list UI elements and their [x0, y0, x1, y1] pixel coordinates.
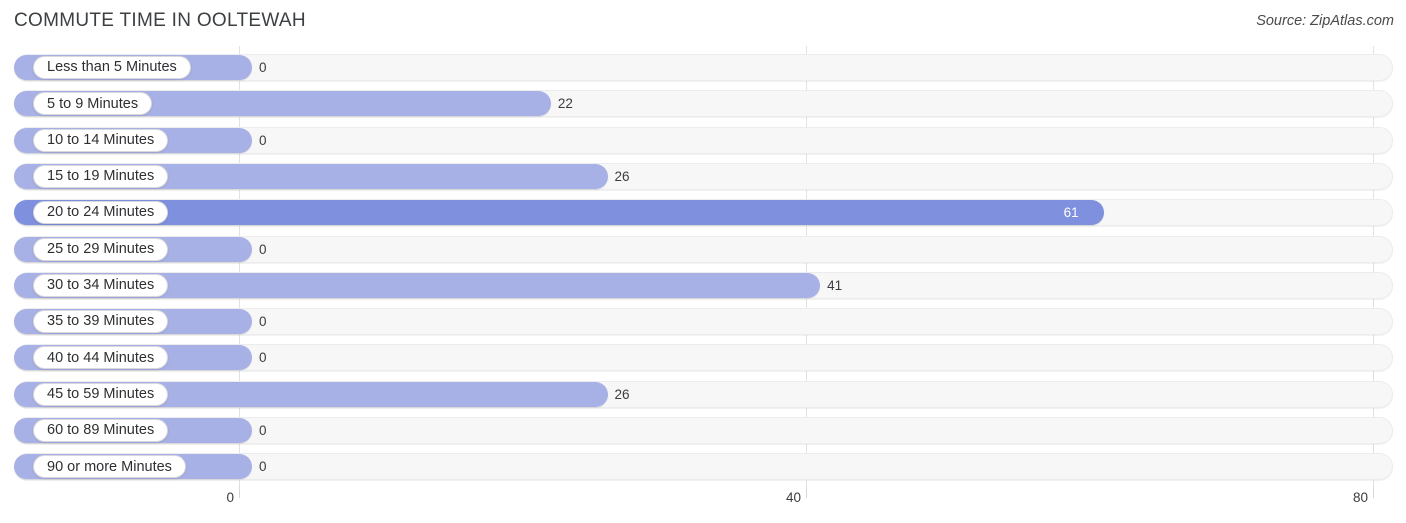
bar-value-label: 26	[614, 386, 630, 402]
category-label: 30 to 34 Minutes	[47, 277, 155, 294]
bar-value-label: 0	[259, 60, 267, 75]
category-label: 40 to 44 Minutes	[47, 349, 155, 366]
category-label: 25 to 29 Minutes	[47, 240, 155, 257]
axis-tick-mark	[1373, 486, 1374, 498]
bar-row[interactable]: 30 to 34 Minutes 41	[14, 271, 1393, 299]
bar-rows: Less than 5 Minutes 0 5 to 9 Minutes 22 10 t…	[0, 46, 1406, 486]
category-label: 45 to 59 Minutes	[47, 385, 155, 402]
bar-row[interactable]: 40 to 44 Minutes 0	[14, 344, 1393, 372]
category-label-pill: 45 to 59 Minutes	[33, 382, 169, 406]
category-label-pill: 60 to 89 Minutes	[33, 419, 169, 442]
bar-row[interactable]: 90 or more Minutes 0	[14, 453, 1393, 481]
category-label-pill: 40 to 44 Minutes	[33, 346, 169, 370]
bar-row[interactable]: 35 to 39 Minutes 0	[14, 308, 1393, 336]
x-axis: 0 40 80	[0, 486, 1406, 523]
category-label-pill: 35 to 39 Minutes	[33, 310, 169, 334]
category-label-pill: 25 to 29 Minutes	[33, 237, 169, 261]
source-attribution: Source: ZipAtlas.com	[1256, 13, 1394, 29]
chart-page: COMMUTE TIME IN OOLTEWAH Source: ZipAtla…	[0, 0, 1406, 523]
bar-value-label: 22	[557, 96, 573, 112]
category-label: Less than 5 Minutes	[47, 59, 177, 76]
chart-header: COMMUTE TIME IN OOLTEWAH Source: ZipAtla…	[0, 0, 1406, 46]
category-label-pill: 10 to 14 Minutes	[33, 128, 169, 152]
bar-row[interactable]: 20 to 24 Minutes 61	[14, 199, 1393, 227]
bar-value-label: 41	[827, 277, 843, 293]
bar-value-label: 0	[259, 423, 267, 438]
axis-tick-label: 40	[785, 490, 801, 505]
bar-row[interactable]: 25 to 29 Minutes 0	[14, 235, 1393, 263]
category-label: 5 to 9 Minutes	[47, 95, 139, 112]
bar-row[interactable]: 45 to 59 Minutes 26	[14, 380, 1393, 408]
category-label-pill: 30 to 34 Minutes	[33, 273, 169, 297]
category-label: 15 to 19 Minutes	[47, 168, 155, 185]
bar-row[interactable]: 60 to 89 Minutes 0	[14, 417, 1393, 444]
bar-value-label: 0	[259, 314, 267, 330]
category-label: 10 to 14 Minutes	[47, 131, 155, 148]
page-title: COMMUTE TIME IN OOLTEWAH	[14, 10, 306, 31]
axis-tick-label: 80	[1352, 490, 1368, 505]
axis-tick-label: 0	[226, 490, 234, 505]
category-label: 60 to 89 Minutes	[47, 422, 155, 439]
bar-value-label: 26	[614, 168, 630, 184]
category-label-pill: Less than 5 Minutes	[33, 56, 191, 79]
bar-value-label: 0	[259, 459, 267, 475]
category-label: 20 to 24 Minutes	[47, 204, 155, 221]
category-label: 90 or more Minutes	[47, 458, 172, 475]
bar-row[interactable]: Less than 5 Minutes 0	[14, 54, 1393, 81]
category-label-pill: 5 to 9 Minutes	[33, 92, 153, 116]
bar-row[interactable]: 15 to 19 Minutes 26	[14, 162, 1393, 190]
axis-tick-mark	[239, 486, 240, 498]
bar-row[interactable]: 5 to 9 Minutes 22	[14, 90, 1393, 118]
category-label-pill: 20 to 24 Minutes	[33, 201, 169, 225]
category-label-pill: 90 or more Minutes	[33, 455, 186, 479]
bar-value-label: 0	[259, 350, 267, 366]
axis-tick-mark	[806, 486, 807, 498]
category-label-pill: 15 to 19 Minutes	[33, 164, 169, 188]
plot-area: Less than 5 Minutes 0 5 to 9 Minutes 22 10 t…	[0, 46, 1406, 486]
bar-value-label: 0	[259, 241, 267, 257]
bar-value-label: 0	[259, 132, 267, 148]
category-label: 35 to 39 Minutes	[47, 313, 155, 330]
bar-value-label: 61	[1063, 205, 1079, 221]
bar-row[interactable]: 10 to 14 Minutes 0	[14, 126, 1393, 154]
bar[interactable]	[14, 200, 1104, 226]
